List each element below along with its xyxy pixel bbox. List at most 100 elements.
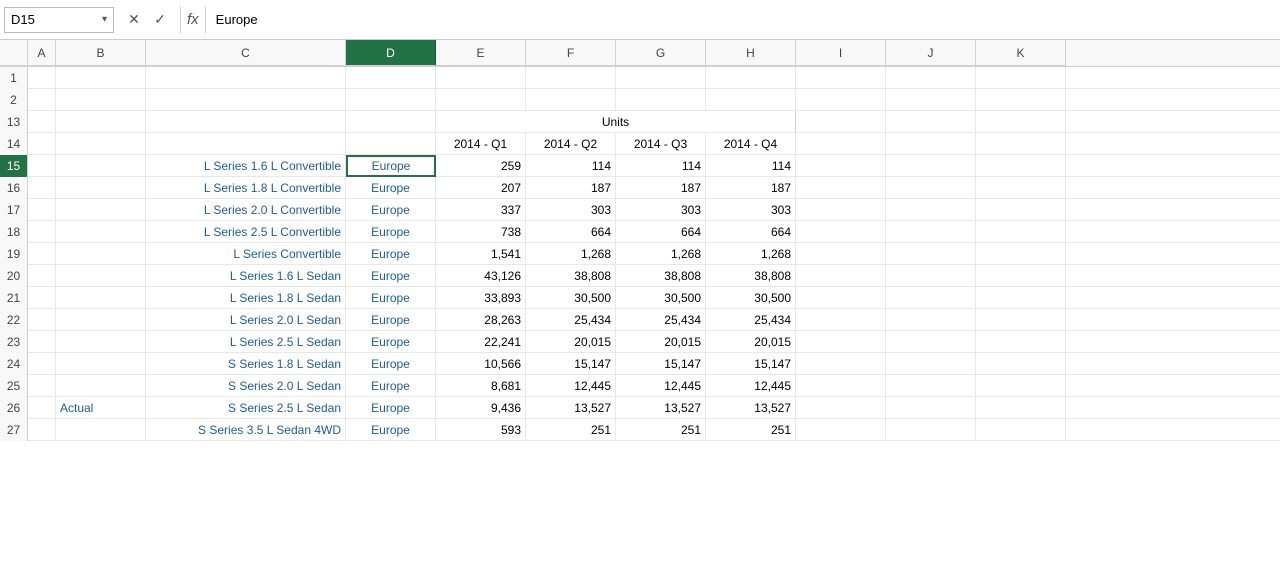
cell-k14[interactable] — [976, 133, 1066, 155]
cell-k23[interactable] — [976, 331, 1066, 353]
cell-g19[interactable]: 1,268 — [616, 243, 706, 265]
cell-k24[interactable] — [976, 353, 1066, 375]
cell-a26[interactable] — [28, 397, 56, 419]
cell-b20[interactable] — [56, 265, 146, 287]
col-header-c[interactable]: C — [146, 40, 346, 66]
cell-d20[interactable]: Europe — [346, 265, 436, 287]
cell-f18[interactable]: 664 — [526, 221, 616, 243]
cell-d16[interactable]: Europe — [346, 177, 436, 199]
cell-f1[interactable] — [526, 67, 616, 89]
cell-j13[interactable] — [886, 111, 976, 133]
cell-h14[interactable]: 2014 - Q4 — [706, 133, 796, 155]
cell-d23[interactable]: Europe — [346, 331, 436, 353]
cell-b19[interactable] — [56, 243, 146, 265]
cell-h2[interactable] — [706, 89, 796, 111]
cell-a24[interactable] — [28, 353, 56, 375]
cell-b27[interactable] — [56, 419, 146, 441]
cell-d15[interactable]: Europe — [346, 155, 436, 177]
cell-j27[interactable] — [886, 419, 976, 441]
cell-j15[interactable] — [886, 155, 976, 177]
cell-c18[interactable]: L Series 2.5 L Convertible — [146, 221, 346, 243]
cell-k27[interactable] — [976, 419, 1066, 441]
cell-h19[interactable]: 1,268 — [706, 243, 796, 265]
cell-g1[interactable] — [616, 67, 706, 89]
cell-e17[interactable]: 337 — [436, 199, 526, 221]
cell-i21[interactable] — [796, 287, 886, 309]
cell-i17[interactable] — [796, 199, 886, 221]
cell-h20[interactable]: 38,808 — [706, 265, 796, 287]
cell-g21[interactable]: 30,500 — [616, 287, 706, 309]
cell-c15[interactable]: L Series 1.6 L Convertible — [146, 155, 346, 177]
cell-i14[interactable] — [796, 133, 886, 155]
cell-k15[interactable] — [976, 155, 1066, 177]
cell-k20[interactable] — [976, 265, 1066, 287]
cell-c19[interactable]: L Series Convertible — [146, 243, 346, 265]
cell-a21[interactable] — [28, 287, 56, 309]
cell-d13[interactable] — [346, 111, 436, 133]
cell-c1[interactable] — [146, 67, 346, 89]
cell-g27[interactable]: 251 — [616, 419, 706, 441]
cell-a18[interactable] — [28, 221, 56, 243]
col-header-j[interactable]: J — [886, 40, 976, 66]
cell-g2[interactable] — [616, 89, 706, 111]
cell-j17[interactable] — [886, 199, 976, 221]
cell-h18[interactable]: 664 — [706, 221, 796, 243]
cell-d17[interactable]: Europe — [346, 199, 436, 221]
cell-b22[interactable] — [56, 309, 146, 331]
cell-f24[interactable]: 15,147 — [526, 353, 616, 375]
cell-k22[interactable] — [976, 309, 1066, 331]
col-header-f[interactable]: F — [526, 40, 616, 66]
cell-a25[interactable] — [28, 375, 56, 397]
cell-j14[interactable] — [886, 133, 976, 155]
cell-c2[interactable] — [146, 89, 346, 111]
cell-e25[interactable]: 8,681 — [436, 375, 526, 397]
cell-i13[interactable] — [796, 111, 886, 133]
col-header-h[interactable]: H — [706, 40, 796, 66]
cell-b23[interactable] — [56, 331, 146, 353]
col-header-a[interactable]: A — [28, 40, 56, 66]
cell-f22[interactable]: 25,434 — [526, 309, 616, 331]
cell-h25[interactable]: 12,445 — [706, 375, 796, 397]
cell-h22[interactable]: 25,434 — [706, 309, 796, 331]
cell-g26[interactable]: 13,527 — [616, 397, 706, 419]
cell-g18[interactable]: 664 — [616, 221, 706, 243]
cell-a2[interactable] — [28, 89, 56, 111]
cell-j1[interactable] — [886, 67, 976, 89]
cell-g16[interactable]: 187 — [616, 177, 706, 199]
cell-g24[interactable]: 15,147 — [616, 353, 706, 375]
cell-g14[interactable]: 2014 - Q3 — [616, 133, 706, 155]
cell-c21[interactable]: L Series 1.8 L Sedan — [146, 287, 346, 309]
cell-a14[interactable] — [28, 133, 56, 155]
cell-c13[interactable] — [146, 111, 346, 133]
cell-b17[interactable] — [56, 199, 146, 221]
cell-g15[interactable]: 114 — [616, 155, 706, 177]
cell-a22[interactable] — [28, 309, 56, 331]
cell-e1[interactable] — [436, 67, 526, 89]
cell-j22[interactable] — [886, 309, 976, 331]
cell-i26[interactable] — [796, 397, 886, 419]
cell-c17[interactable]: L Series 2.0 L Convertible — [146, 199, 346, 221]
cell-j26[interactable] — [886, 397, 976, 419]
cell-d18[interactable]: Europe — [346, 221, 436, 243]
cell-e26[interactable]: 9,436 — [436, 397, 526, 419]
cell-k17[interactable] — [976, 199, 1066, 221]
cell-e20[interactable]: 43,126 — [436, 265, 526, 287]
name-box[interactable]: D15 ▾ — [4, 7, 114, 33]
col-header-b[interactable]: B — [56, 40, 146, 66]
cell-f26[interactable]: 13,527 — [526, 397, 616, 419]
cell-i24[interactable] — [796, 353, 886, 375]
cell-k21[interactable] — [976, 287, 1066, 309]
cell-c24[interactable]: S Series 1.8 L Sedan — [146, 353, 346, 375]
cell-f16[interactable]: 187 — [526, 177, 616, 199]
cell-c22[interactable]: L Series 2.0 L Sedan — [146, 309, 346, 331]
cell-h21[interactable]: 30,500 — [706, 287, 796, 309]
cell-d26[interactable]: Europe — [346, 397, 436, 419]
cell-i16[interactable] — [796, 177, 886, 199]
cell-k1[interactable] — [976, 67, 1066, 89]
cell-b15[interactable] — [56, 155, 146, 177]
cell-f25[interactable]: 12,445 — [526, 375, 616, 397]
cell-h23[interactable]: 20,015 — [706, 331, 796, 353]
cell-k18[interactable] — [976, 221, 1066, 243]
cell-c25[interactable]: S Series 2.0 L Sedan — [146, 375, 346, 397]
cell-k19[interactable] — [976, 243, 1066, 265]
